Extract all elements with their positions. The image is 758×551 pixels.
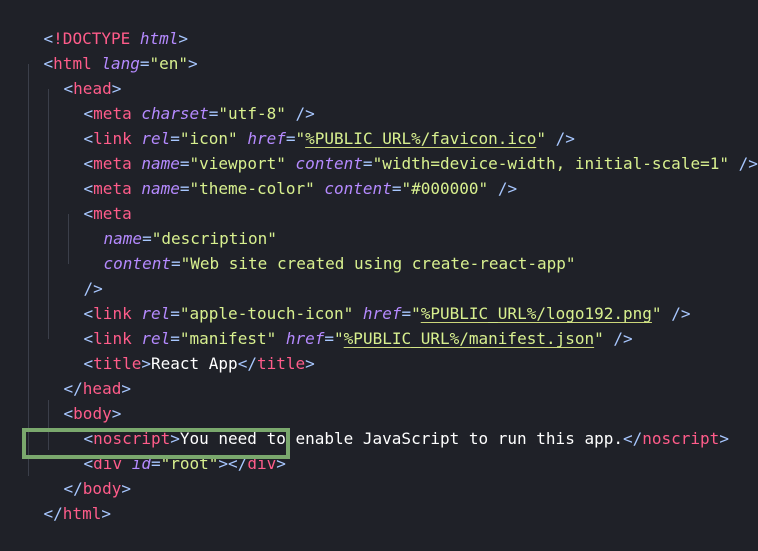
code-line-15: </head> [63,379,131,398]
code-line-2: <html lang="en"> [43,54,198,73]
code-line-9: name="description" [103,229,277,248]
code-line-3: <head> [63,79,122,98]
name-attr: name [141,179,180,198]
code-line-20: </html> [43,504,111,523]
code-editor[interactable]: <!DOCTYPE html> <html lang="en"> <head> … [0,0,758,523]
title-tag-close: title [256,354,306,373]
title-text: React App [150,354,238,373]
code-line-8: <meta [83,204,132,223]
code-line-11: /> [83,279,103,298]
lang-value: "en" [149,54,189,73]
theme-color-value: "theme-color" [189,179,315,198]
code-line-14: <title>React App</title> [83,354,315,373]
code-line-17: <noscript>You need to enable JavaScript … [83,429,729,448]
code-line-4: <meta charset="utf-8" /> [83,104,315,123]
code-line-6: <meta name="viewport" content="width=dev… [83,154,758,173]
code-line-1: <!DOCTYPE html> [5,1,189,48]
noscript-tag-close: noscript [642,429,720,448]
html-tag-close: html [62,504,102,523]
code-line-12: <link rel="apple-touch-icon" href="%PUBL… [83,304,691,323]
description-content-value: "Web site created using create-react-app… [180,254,576,273]
code-line-13: <link rel="manifest" href="%PUBLIC_URL%/… [83,329,633,348]
code-line-10: content="Web site created using create-r… [103,254,576,273]
code-line-5: <link rel="icon" href="%PUBLIC_URL%/favi… [83,129,575,148]
code-line-7: <meta name="theme-color" content="#00000… [83,179,518,198]
root-div-highlight [22,428,290,459]
theme-color-content-value: "#000000" [401,179,489,198]
manifest-link[interactable]: %PUBLIC_URL%/manifest.json [344,329,594,348]
content-attr: content [324,179,392,198]
code-line-16: <body> [63,404,122,423]
content-attr: content [103,254,171,273]
